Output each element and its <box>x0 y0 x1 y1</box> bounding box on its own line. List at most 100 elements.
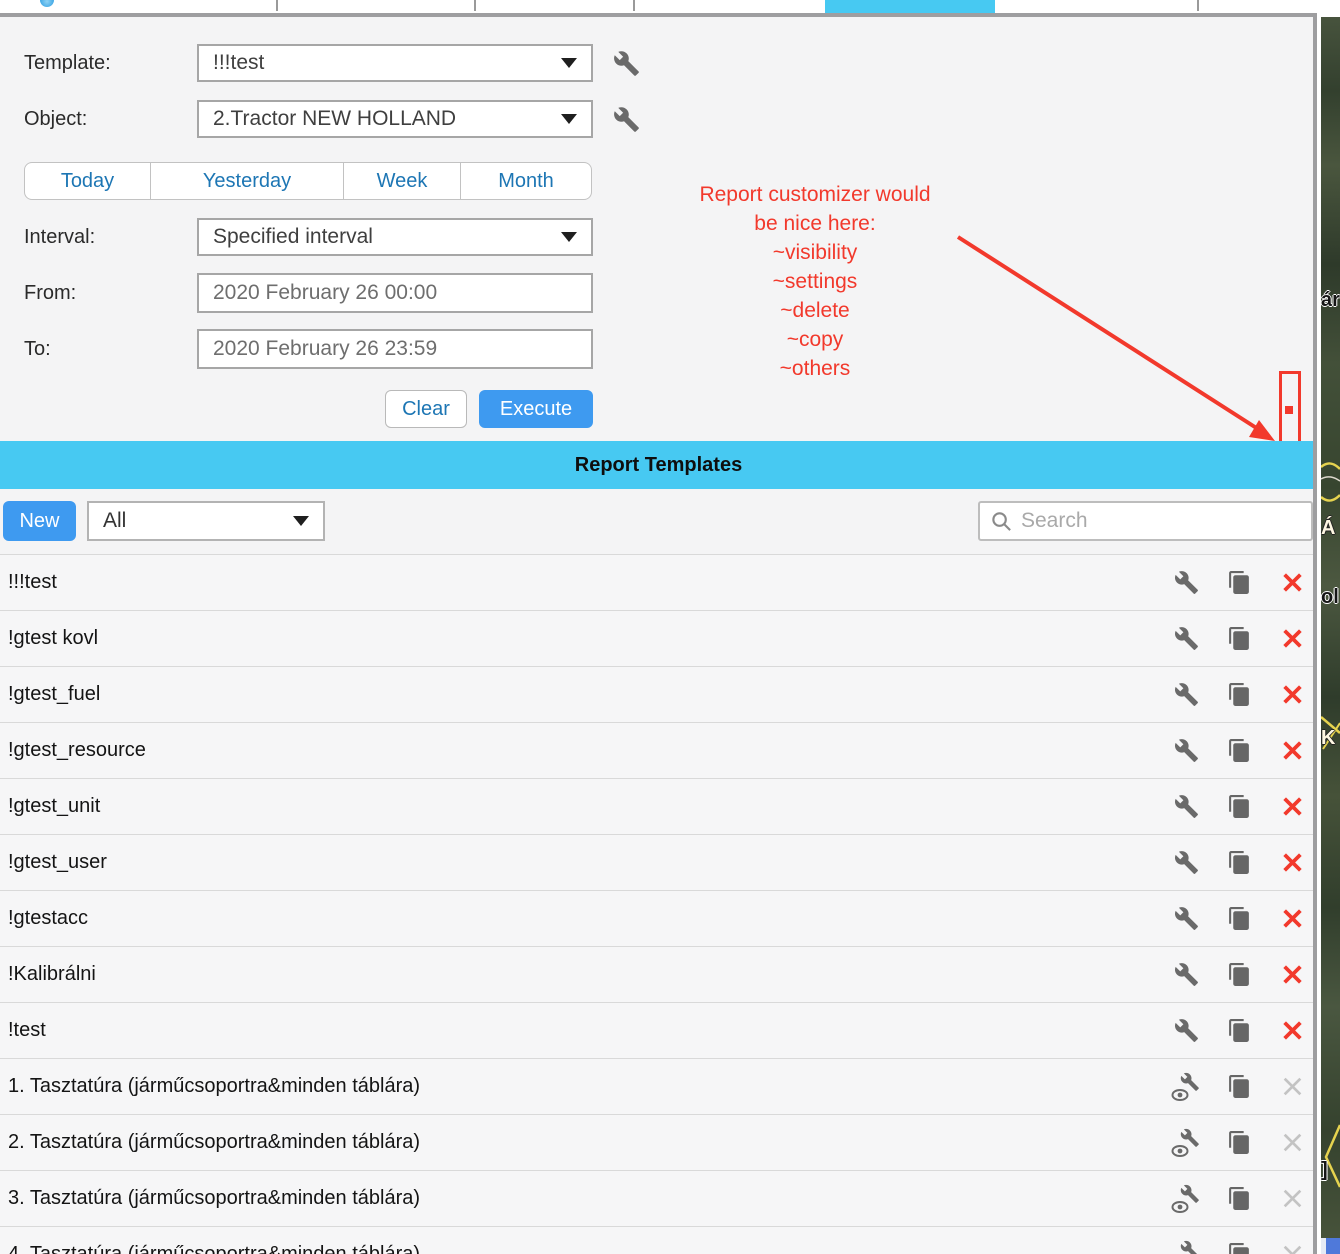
search-input[interactable] <box>1021 509 1301 533</box>
wrench-icon <box>1174 738 1199 763</box>
filter-select[interactable]: All <box>87 501 325 541</box>
table-row[interactable]: 1. Tasztatúra (járműcsoportra&minden táb… <box>0 1058 1317 1114</box>
edit-settings-button[interactable] <box>1171 904 1201 934</box>
interval-label: Interval: <box>24 226 197 249</box>
yesterday-button[interactable]: Yesterday <box>151 163 344 199</box>
wrench-eye-icon <box>1171 1240 1201 1254</box>
table-row[interactable]: !gtest_unit <box>0 778 1317 834</box>
table-row[interactable]: 2. Tasztatúra (járműcsoportra&minden táb… <box>0 1114 1317 1170</box>
copy-icon[interactable] <box>1224 848 1254 878</box>
copy-icon[interactable] <box>1224 736 1254 766</box>
delete-icon[interactable] <box>1277 624 1307 654</box>
copy-icon[interactable] <box>1224 680 1254 710</box>
template-select-value: !!!test <box>213 51 264 75</box>
annotation-line: be nice here: <box>665 209 965 238</box>
wrench-eye-icon <box>1171 1184 1201 1213</box>
search-icon <box>990 510 1013 533</box>
delete-icon[interactable] <box>1277 736 1307 766</box>
copy-icon[interactable] <box>1224 960 1254 990</box>
delete-icon <box>1277 1128 1307 1158</box>
object-settings-button[interactable] <box>613 106 640 133</box>
object-select[interactable]: 2.Tractor NEW HOLLAND <box>197 100 593 138</box>
copy-icon[interactable] <box>1224 1128 1254 1158</box>
table-row[interactable]: !gtest_user <box>0 834 1317 890</box>
view-settings-button[interactable] <box>1171 1184 1201 1214</box>
wrench-eye-icon <box>1171 1072 1201 1101</box>
copy-icon[interactable] <box>1224 792 1254 822</box>
table-row[interactable]: !Kalibrálni <box>0 946 1317 1002</box>
template-settings-button[interactable] <box>613 50 640 77</box>
edit-settings-button[interactable] <box>1171 1016 1201 1046</box>
template-row: Template: !!!test <box>24 44 640 82</box>
table-row[interactable]: !!!test <box>0 554 1317 610</box>
to-date-input[interactable] <box>197 329 593 369</box>
tab-divider <box>1197 0 1199 11</box>
map-label-fragment: Á <box>1321 517 1335 540</box>
table-row[interactable]: !gtestacc <box>0 890 1317 946</box>
from-date-input[interactable] <box>197 273 593 313</box>
execute-button[interactable]: Execute <box>479 390 593 428</box>
edit-settings-button[interactable] <box>1171 736 1201 766</box>
template-name: !gtest_resource <box>8 739 146 762</box>
drag-handle-dot <box>1285 406 1293 414</box>
annotation-line: ~copy <box>665 325 965 354</box>
annotation-line: ~others <box>665 354 965 383</box>
map-label-fragment: ár <box>1321 289 1340 312</box>
edit-settings-button[interactable] <box>1171 960 1201 990</box>
copy-icon[interactable] <box>1224 1072 1254 1102</box>
table-row[interactable]: 3. Tasztatúra (járműcsoportra&minden táb… <box>0 1170 1317 1226</box>
delete-icon[interactable] <box>1277 848 1307 878</box>
delete-icon[interactable] <box>1277 792 1307 822</box>
copy-icon[interactable] <box>1224 1240 1254 1254</box>
template-list: !!!test !gtest kovl !gtest_fuel <box>0 554 1317 1254</box>
template-select[interactable]: !!!test <box>197 44 593 82</box>
copy-icon[interactable] <box>1224 1184 1254 1214</box>
template-name: 3. Tasztatúra (járműcsoportra&minden táb… <box>8 1187 420 1210</box>
view-settings-button[interactable] <box>1171 1240 1201 1254</box>
edit-settings-button[interactable] <box>1171 568 1201 598</box>
delete-icon <box>1277 1072 1307 1102</box>
table-row[interactable]: !test <box>0 1002 1317 1058</box>
view-settings-button[interactable] <box>1171 1128 1201 1158</box>
delete-icon[interactable] <box>1277 568 1307 598</box>
delete-icon[interactable] <box>1277 680 1307 710</box>
today-button[interactable]: Today <box>25 163 151 199</box>
table-row[interactable]: !gtest kovl <box>0 610 1317 666</box>
wrench-icon <box>1174 626 1199 651</box>
template-name: !gtest_user <box>8 851 107 874</box>
tab-reports-active[interactable] <box>825 0 995 13</box>
object-label: Object: <box>24 108 197 131</box>
wrench-icon <box>613 50 640 77</box>
table-row[interactable]: !gtest_resource <box>0 722 1317 778</box>
clear-button[interactable]: Clear <box>385 390 467 428</box>
copy-icon[interactable] <box>1224 624 1254 654</box>
new-template-button[interactable]: New <box>3 501 76 541</box>
search-box[interactable] <box>978 501 1313 541</box>
wrench-eye-icon <box>1171 1128 1201 1157</box>
template-name: !gtest kovl <box>8 627 98 650</box>
template-name: 2. Tasztatúra (járműcsoportra&minden táb… <box>8 1131 420 1154</box>
template-name: !gtestacc <box>8 907 88 930</box>
delete-icon[interactable] <box>1277 904 1307 934</box>
edit-settings-button[interactable] <box>1171 792 1201 822</box>
from-row: From: <box>24 273 593 313</box>
delete-icon[interactable] <box>1277 960 1307 990</box>
annotation-line: Report customizer would <box>665 180 965 209</box>
copy-icon[interactable] <box>1224 1016 1254 1046</box>
section-header: Report Templates <box>0 441 1317 489</box>
month-button[interactable]: Month <box>461 163 591 199</box>
map-background[interactable]: ár Á ol K ] <box>1321 17 1340 1254</box>
edit-settings-button[interactable] <box>1171 624 1201 654</box>
object-select-value: 2.Tractor NEW HOLLAND <box>213 107 456 131</box>
copy-icon[interactable] <box>1224 568 1254 598</box>
copy-icon[interactable] <box>1224 904 1254 934</box>
edit-settings-button[interactable] <box>1171 848 1201 878</box>
interval-select[interactable]: Specified interval <box>197 218 593 256</box>
week-button[interactable]: Week <box>344 163 461 199</box>
table-row[interactable]: !gtest_fuel <box>0 666 1317 722</box>
to-row: To: <box>24 329 593 369</box>
delete-icon[interactable] <box>1277 1016 1307 1046</box>
edit-settings-button[interactable] <box>1171 680 1201 710</box>
view-settings-button[interactable] <box>1171 1072 1201 1102</box>
table-row[interactable]: 4. Tasztatúra (járműcsoportra&minden táb… <box>0 1226 1317 1254</box>
